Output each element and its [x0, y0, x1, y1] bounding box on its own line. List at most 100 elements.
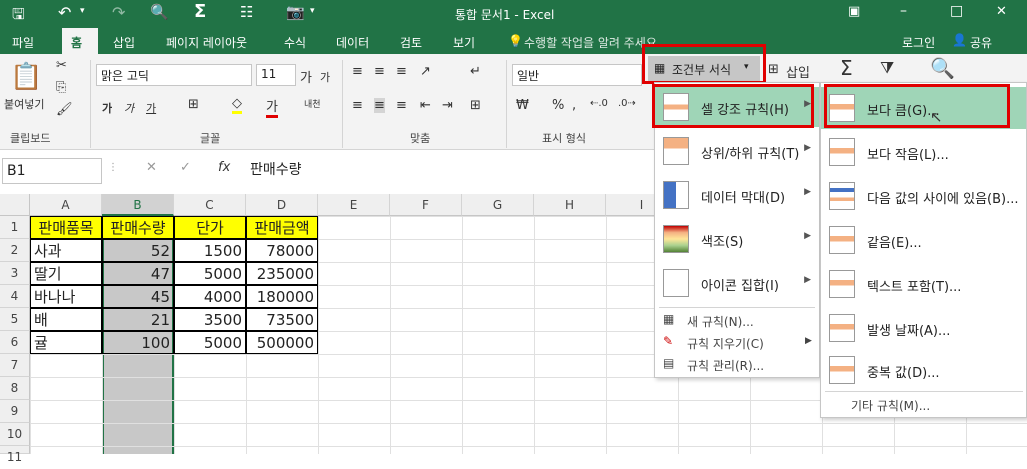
align-bottom-icon[interactable]: ≡	[396, 64, 407, 79]
minimize-button[interactable]: –	[900, 3, 907, 19]
sign-in-link[interactable]: 로그인	[902, 34, 935, 51]
row-header[interactable]: 6	[0, 331, 30, 354]
tab-review[interactable]: 검토	[400, 34, 422, 51]
table-cell[interactable]: 100	[102, 331, 174, 354]
table-cell[interactable]: 180000	[246, 285, 318, 308]
table-cell[interactable]: 78000	[246, 239, 318, 262]
select-all-corner[interactable]	[0, 194, 30, 216]
table-header-cell[interactable]: 판매금액	[246, 216, 318, 239]
column-header[interactable]: G	[462, 194, 534, 216]
increase-decimal-icon[interactable]: ⇠.0	[590, 98, 608, 109]
row-header[interactable]: 2	[0, 239, 30, 262]
currency-button[interactable]: ₩	[516, 98, 529, 113]
column-header[interactable]: D	[246, 194, 318, 216]
bold-button[interactable]: 가	[102, 100, 112, 116]
table-cell[interactable]: 47	[102, 262, 174, 285]
menu-item-new-rule[interactable]: ▦ 새 규칙(N)...	[661, 311, 811, 331]
confirm-entry-icon[interactable]: ✓	[180, 160, 191, 175]
table-header-cell[interactable]: 판매수량	[102, 216, 174, 239]
sort-filter-icon[interactable]: ⧩	[880, 58, 894, 78]
align-top-icon[interactable]: ≡	[352, 64, 363, 79]
copy-icon[interactable]: ⎘	[56, 80, 66, 95]
align-left-icon[interactable]: ≡	[352, 98, 363, 113]
table-cell[interactable]: 500000	[246, 331, 318, 354]
row-header[interactable]: 9	[0, 400, 30, 423]
form-icon[interactable]: ☷	[240, 3, 253, 21]
menu-item-color-scales[interactable]: 색조(S) ▶	[655, 219, 819, 259]
tab-home[interactable]: 홈	[71, 34, 82, 51]
shrink-font-button[interactable]: 가	[320, 69, 330, 85]
paste-icon[interactable]: 📋	[10, 62, 42, 92]
menu-item-top-bottom-rules[interactable]: 상위/하위 규칙(T) ▶	[655, 131, 819, 171]
tab-page-layout[interactable]: 페이지 레이아웃	[166, 34, 247, 51]
menu-item-duplicate-values[interactable]: 중복 값(D)...	[821, 349, 1026, 391]
phonetic-button[interactable]: 내천	[304, 97, 321, 110]
column-header[interactable]: H	[534, 194, 606, 216]
row-header[interactable]: 8	[0, 377, 30, 400]
menu-item-text-contains[interactable]: 텍스트 포함(T)...	[821, 263, 1026, 305]
find-select-icon[interactable]: 🔍	[930, 56, 955, 80]
orientation-icon[interactable]: ↗	[420, 64, 431, 79]
save-icon[interactable]: 🖫	[12, 4, 25, 29]
decrease-decimal-icon[interactable]: .0⇢	[618, 98, 636, 109]
restore-button[interactable]: □	[950, 3, 963, 19]
table-cell[interactable]: 45	[102, 285, 174, 308]
wrap-text-icon[interactable]: ↵	[470, 64, 481, 79]
menu-item-data-bars[interactable]: 데이터 막대(D) ▶	[655, 175, 819, 215]
table-cell[interactable]: 배	[30, 308, 102, 331]
row-header[interactable]: 11	[0, 446, 30, 464]
font-size-select[interactable]: 11	[256, 64, 296, 86]
underline-button[interactable]: 가	[146, 100, 156, 116]
grow-font-button[interactable]: 가	[300, 67, 312, 86]
undo-dropdown-icon[interactable]: ▾	[80, 6, 85, 16]
column-header[interactable]: E	[318, 194, 390, 216]
insert-function-icon[interactable]: fx	[218, 160, 230, 175]
italic-button[interactable]: 가	[124, 100, 134, 116]
number-format-select[interactable]: 일반	[512, 64, 642, 86]
fill-color-icon[interactable]: ◇	[232, 96, 242, 114]
table-cell[interactable]: 5000	[174, 331, 246, 354]
row-header[interactable]: 5	[0, 308, 30, 331]
table-header-cell[interactable]: 단가	[174, 216, 246, 239]
column-header[interactable]: A	[30, 194, 102, 216]
table-cell[interactable]: 사과	[30, 239, 102, 262]
print-preview-icon[interactable]: 🔍	[150, 3, 169, 21]
column-header[interactable]: C	[174, 194, 246, 216]
tell-me-box[interactable]: 수행할 작업을 알려 주세요	[524, 34, 657, 51]
table-cell[interactable]: 1500	[174, 239, 246, 262]
row-header[interactable]: 3	[0, 262, 30, 285]
table-cell[interactable]: 52	[102, 239, 174, 262]
table-cell[interactable]: 73500	[246, 308, 318, 331]
tab-insert[interactable]: 삽입	[113, 34, 135, 51]
table-cell[interactable]: 3500	[174, 308, 246, 331]
table-cell[interactable]: 딸기	[30, 262, 102, 285]
customize-qat-icon[interactable]: ▾	[310, 6, 315, 16]
font-name-select[interactable]: 맑은 고딕	[96, 64, 252, 86]
tab-data[interactable]: 데이터	[336, 34, 369, 51]
cancel-entry-icon[interactable]: ✕	[146, 160, 157, 175]
menu-item-less-than[interactable]: 보다 작음(L)...	[821, 131, 1026, 173]
close-button[interactable]: ✕	[996, 4, 1007, 19]
tab-formulas[interactable]: 수식	[284, 34, 306, 51]
row-header[interactable]: 10	[0, 423, 30, 446]
table-cell[interactable]: 235000	[246, 262, 318, 285]
column-header[interactable]: F	[390, 194, 462, 216]
merge-center-icon[interactable]: ⊞	[470, 98, 481, 113]
table-cell[interactable]: 귤	[30, 331, 102, 354]
menu-item-date-occurring[interactable]: 발생 날짜(A)...	[821, 307, 1026, 349]
camera-icon[interactable]: 📷	[286, 3, 305, 21]
menu-item-clear-rules[interactable]: ✎ 규칙 지우기(C) ▶	[661, 333, 815, 353]
tab-view[interactable]: 보기	[453, 34, 475, 51]
percent-button[interactable]: %	[552, 98, 564, 113]
name-box[interactable]: B1	[2, 158, 102, 184]
comma-button[interactable]: ,	[572, 98, 576, 113]
sum-icon[interactable]: Σ	[194, 1, 206, 22]
column-header-selected[interactable]: B	[102, 194, 174, 216]
table-cell[interactable]: 21	[102, 308, 174, 331]
align-center-icon[interactable]: ≡	[374, 98, 385, 113]
ribbon-display-icon[interactable]: ▣	[848, 4, 860, 19]
insert-cells-icon[interactable]: ⊞	[768, 62, 779, 77]
redo-icon[interactable]: ↷	[112, 3, 125, 22]
menu-item-icon-sets[interactable]: 아이콘 집합(I) ▶	[655, 263, 819, 303]
border-icon[interactable]: ⊞	[188, 97, 199, 112]
